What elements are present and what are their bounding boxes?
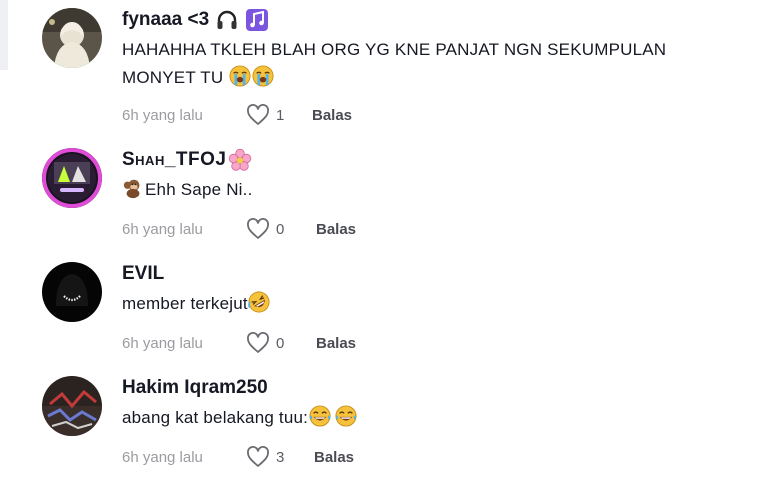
tears-of-joy-emoji <box>309 405 331 427</box>
comment-text: HAHAHHA TKLEH BLAH ORG YG KNE PANJAT NGN… <box>122 36 752 92</box>
comment-actions: 6h yang lalu 0 Balas <box>122 331 356 355</box>
avatar[interactable] <box>42 8 102 68</box>
comment-text-content: abang kat belakang tuu: <box>122 408 309 427</box>
like-button[interactable]: 0 <box>246 218 316 240</box>
headphones-icon <box>217 10 237 29</box>
author-name[interactable]: Shah_TFOJ <box>122 148 226 172</box>
comment-time: 6h yang lalu <box>122 220 203 238</box>
reply-button[interactable]: Balas <box>316 221 356 238</box>
comment-author[interactable]: Shah_TFOJ <box>122 148 752 172</box>
comment-text-line: MONYET TU <box>122 68 224 87</box>
comment-actions: 6h yang lalu 1 Balas <box>122 103 352 127</box>
heart-icon <box>247 218 269 239</box>
loudly-crying-emoji <box>252 65 274 87</box>
comment-text-content: member terkejut <box>122 294 248 313</box>
comment-actions: 6h yang lalu 0 Balas <box>122 217 356 241</box>
tears-of-joy-emoji <box>335 405 357 427</box>
comment-text: member terkejut <box>122 290 752 318</box>
comment-author[interactable]: Hakim Iqram250 <box>122 376 752 400</box>
like-count: 0 <box>276 220 285 238</box>
like-button[interactable]: 1 <box>246 104 312 126</box>
music-note-icon <box>246 9 269 31</box>
cherry-blossom-icon <box>229 148 252 171</box>
avatar[interactable] <box>42 376 102 436</box>
comment-author[interactable]: fynaaa <3 <box>122 8 752 32</box>
comment-time: 6h yang lalu <box>122 106 203 124</box>
comment-text-content: Ehh Sape Ni.. <box>145 180 253 199</box>
heart-icon <box>247 104 269 125</box>
like-button[interactable]: 3 <box>246 446 314 468</box>
comment-text: abang kat belakang tuu: <box>122 404 752 432</box>
comment-text-line: HAHAHHA TKLEH BLAH ORG YG KNE PANJAT NGN… <box>122 40 667 59</box>
comment-list: fynaaa <3 HAHAHHA TKLEH BLAH ORG YG KNE … <box>0 0 774 482</box>
heart-icon <box>247 446 269 467</box>
rolling-laughing-emoji <box>247 291 270 313</box>
reply-button[interactable]: Balas <box>312 107 352 124</box>
reply-button[interactable]: Balas <box>316 335 356 352</box>
like-count: 1 <box>276 106 285 124</box>
author-name[interactable]: fynaaa <3 <box>122 8 209 32</box>
comment-text: Ehh Sape Ni.. <box>122 176 752 204</box>
author-name[interactable]: EVIL <box>122 262 164 286</box>
comment-time: 6h yang lalu <box>122 334 203 352</box>
reply-button[interactable]: Balas <box>314 449 354 466</box>
monkey-emoji <box>123 179 140 199</box>
loudly-crying-emoji <box>229 65 251 87</box>
avatar[interactable] <box>42 148 102 208</box>
comment-time: 6h yang lalu <box>122 448 203 466</box>
scroll-edge <box>0 0 8 70</box>
heart-icon <box>247 332 269 353</box>
like-count: 3 <box>276 448 285 466</box>
avatar[interactable] <box>42 262 102 322</box>
author-name[interactable]: Hakim Iqram250 <box>122 376 268 400</box>
like-button[interactable]: 0 <box>246 332 316 354</box>
like-count: 0 <box>276 334 285 352</box>
comment-author[interactable]: EVIL <box>122 262 752 286</box>
comment-actions: 6h yang lalu 3 Balas <box>122 445 354 469</box>
